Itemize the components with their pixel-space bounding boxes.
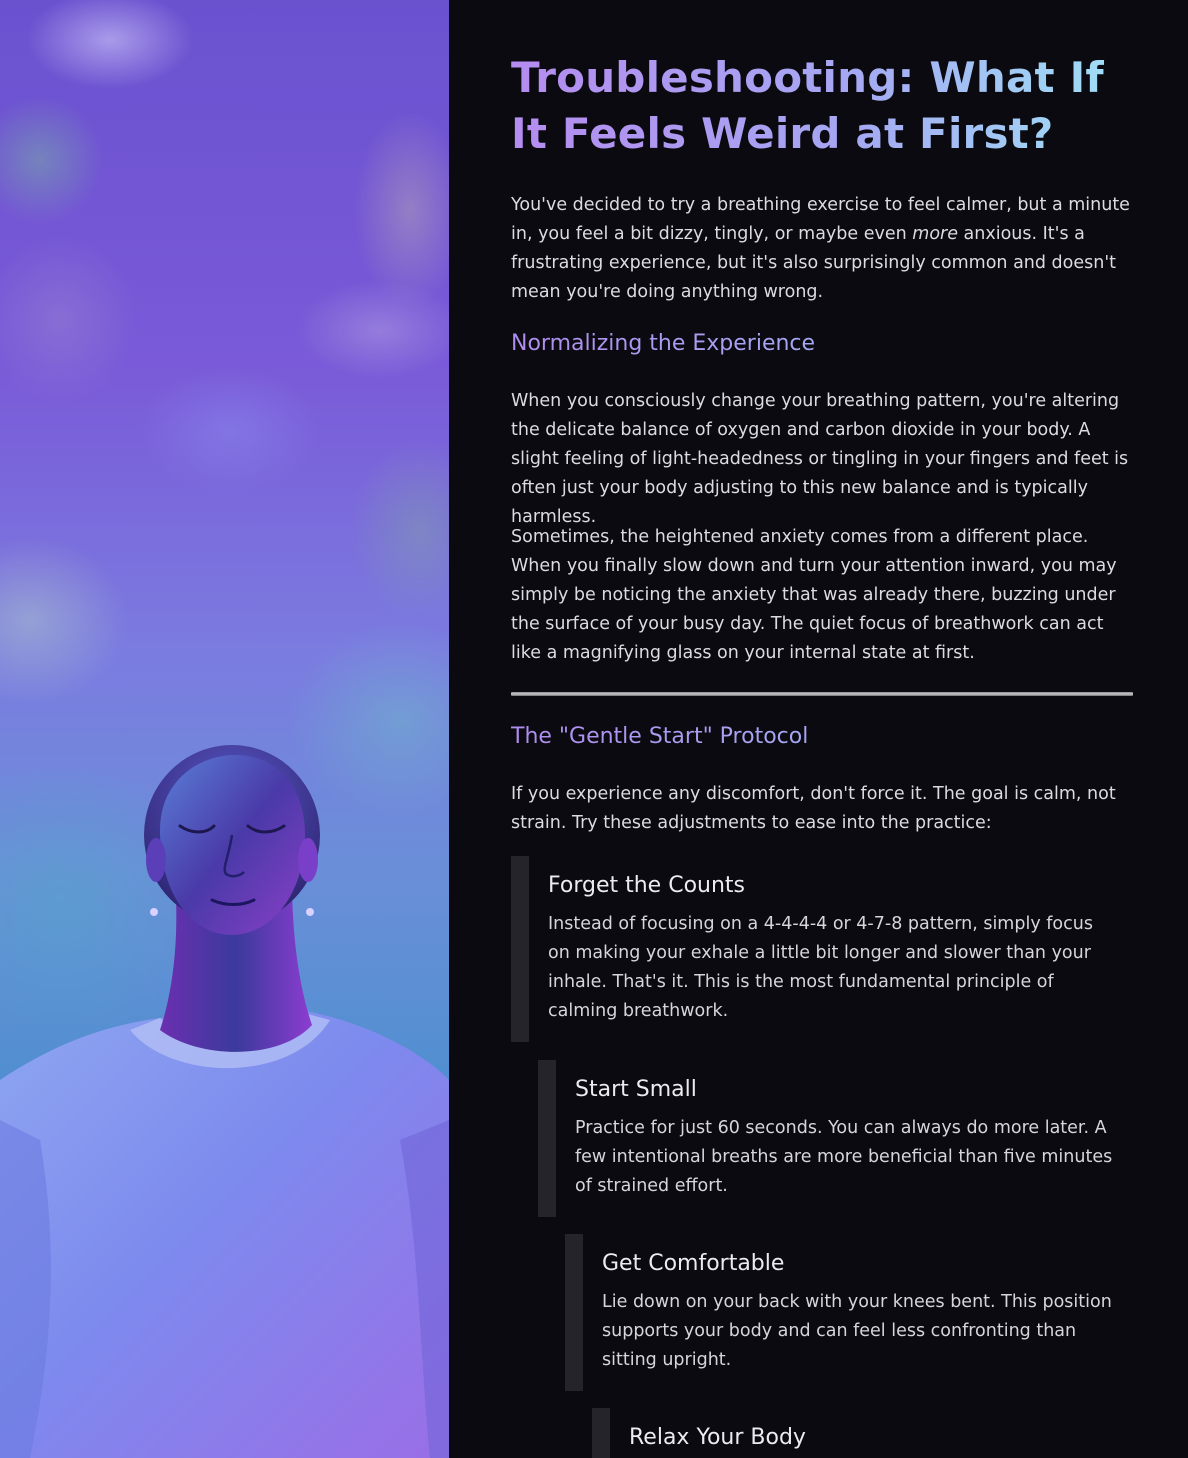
section-heading-normalizing: Normalizing the Experience bbox=[511, 329, 1133, 359]
step-body: Lie down on your back with your knees be… bbox=[602, 1292, 1112, 1370]
step-card-forget-counts: Forget the Counts Instead of focusing on… bbox=[511, 856, 1116, 1042]
step-card-start-small: Start Small Practice for just 60 seconds… bbox=[538, 1060, 1116, 1217]
section-heading-gentle-start: The "Gentle Start" Protocol bbox=[511, 722, 1133, 752]
section-divider bbox=[511, 692, 1133, 696]
step-body: Instead of focusing on a 4-4-4-4 or 4-7-… bbox=[548, 914, 1093, 1021]
step-title: Relax Your Body bbox=[629, 1425, 806, 1450]
normalizing-paragraph-1: When you consciously change your breathi… bbox=[511, 391, 1129, 527]
normalizing-paragraph-2: Sometimes, the heightened anxiety comes … bbox=[511, 527, 1117, 663]
intro-emphasis: more bbox=[912, 224, 958, 244]
meditating-person-illustration bbox=[0, 745, 449, 1458]
step-card-get-comfortable: Get Comfortable Lie down on your back wi… bbox=[565, 1234, 1116, 1391]
step-title: Forget the Counts bbox=[548, 873, 746, 898]
hero-image bbox=[0, 0, 449, 1458]
gentle-start-intro: If you experience any discomfort, don't … bbox=[511, 784, 1116, 833]
page-title: Troubleshooting: What If It Feels Weird … bbox=[511, 50, 1133, 162]
step-title: Get Comfortable bbox=[602, 1251, 785, 1276]
step-card-relax-body: Relax Your Body bbox=[592, 1408, 1116, 1458]
intro-paragraph: You've decided to try a breathing exerci… bbox=[511, 191, 1133, 307]
step-title: Start Small bbox=[575, 1077, 697, 1102]
step-body: Practice for just 60 seconds. You can al… bbox=[575, 1118, 1113, 1196]
